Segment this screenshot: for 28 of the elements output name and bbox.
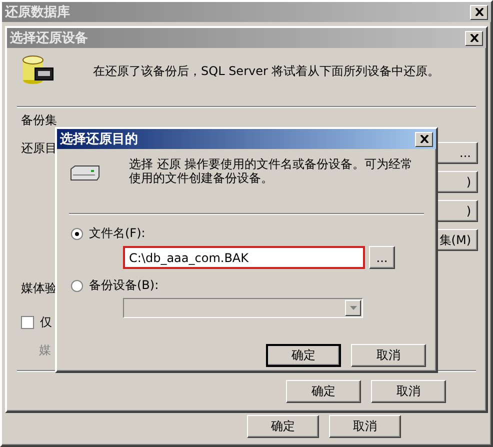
browse-button[interactable]: ... <box>369 246 395 269</box>
checkbox[interactable] <box>21 316 34 329</box>
close-button[interactable] <box>465 30 483 46</box>
window-title: 选择还原目的 <box>60 131 138 148</box>
ok-button[interactable]: 确定 <box>286 380 361 403</box>
checkbox-label: 仅 <box>40 314 52 331</box>
window-title: 还原数据库 <box>5 4 70 21</box>
field-label: 备份集 <box>21 112 57 129</box>
cancel-button[interactable]: 取消 <box>351 344 426 367</box>
drive-icon <box>69 165 101 181</box>
option-label: 文件名(F): <box>89 225 146 242</box>
close-icon <box>470 34 478 42</box>
close-button[interactable] <box>470 4 488 20</box>
ok-button[interactable]: 确定 <box>266 344 341 367</box>
close-icon <box>474 8 484 16</box>
info-text: 在还原了该备份后，SQL Server 将试着从下面所列设备中还原。 <box>93 64 440 78</box>
cancel-button[interactable]: 取消 <box>329 415 401 438</box>
file-name-field[interactable]: C:\db_aaa_com.BAK <box>123 246 365 269</box>
field-label: 媒 <box>39 342 51 359</box>
cancel-button[interactable]: 取消 <box>371 380 446 403</box>
ok-button[interactable]: 确定 <box>247 415 319 438</box>
window-title: 选择还原设备 <box>10 30 88 47</box>
close-button[interactable] <box>415 132 433 146</box>
radio-button[interactable] <box>71 228 83 240</box>
close-icon <box>420 135 428 143</box>
option-label: 备份设备(B): <box>89 277 159 294</box>
field-label: 还原目 <box>21 140 57 157</box>
info-text: 选择 还原 操作要使用的文件名或备份设备。可为经常使用的文件创建备份设备。 <box>129 157 414 185</box>
